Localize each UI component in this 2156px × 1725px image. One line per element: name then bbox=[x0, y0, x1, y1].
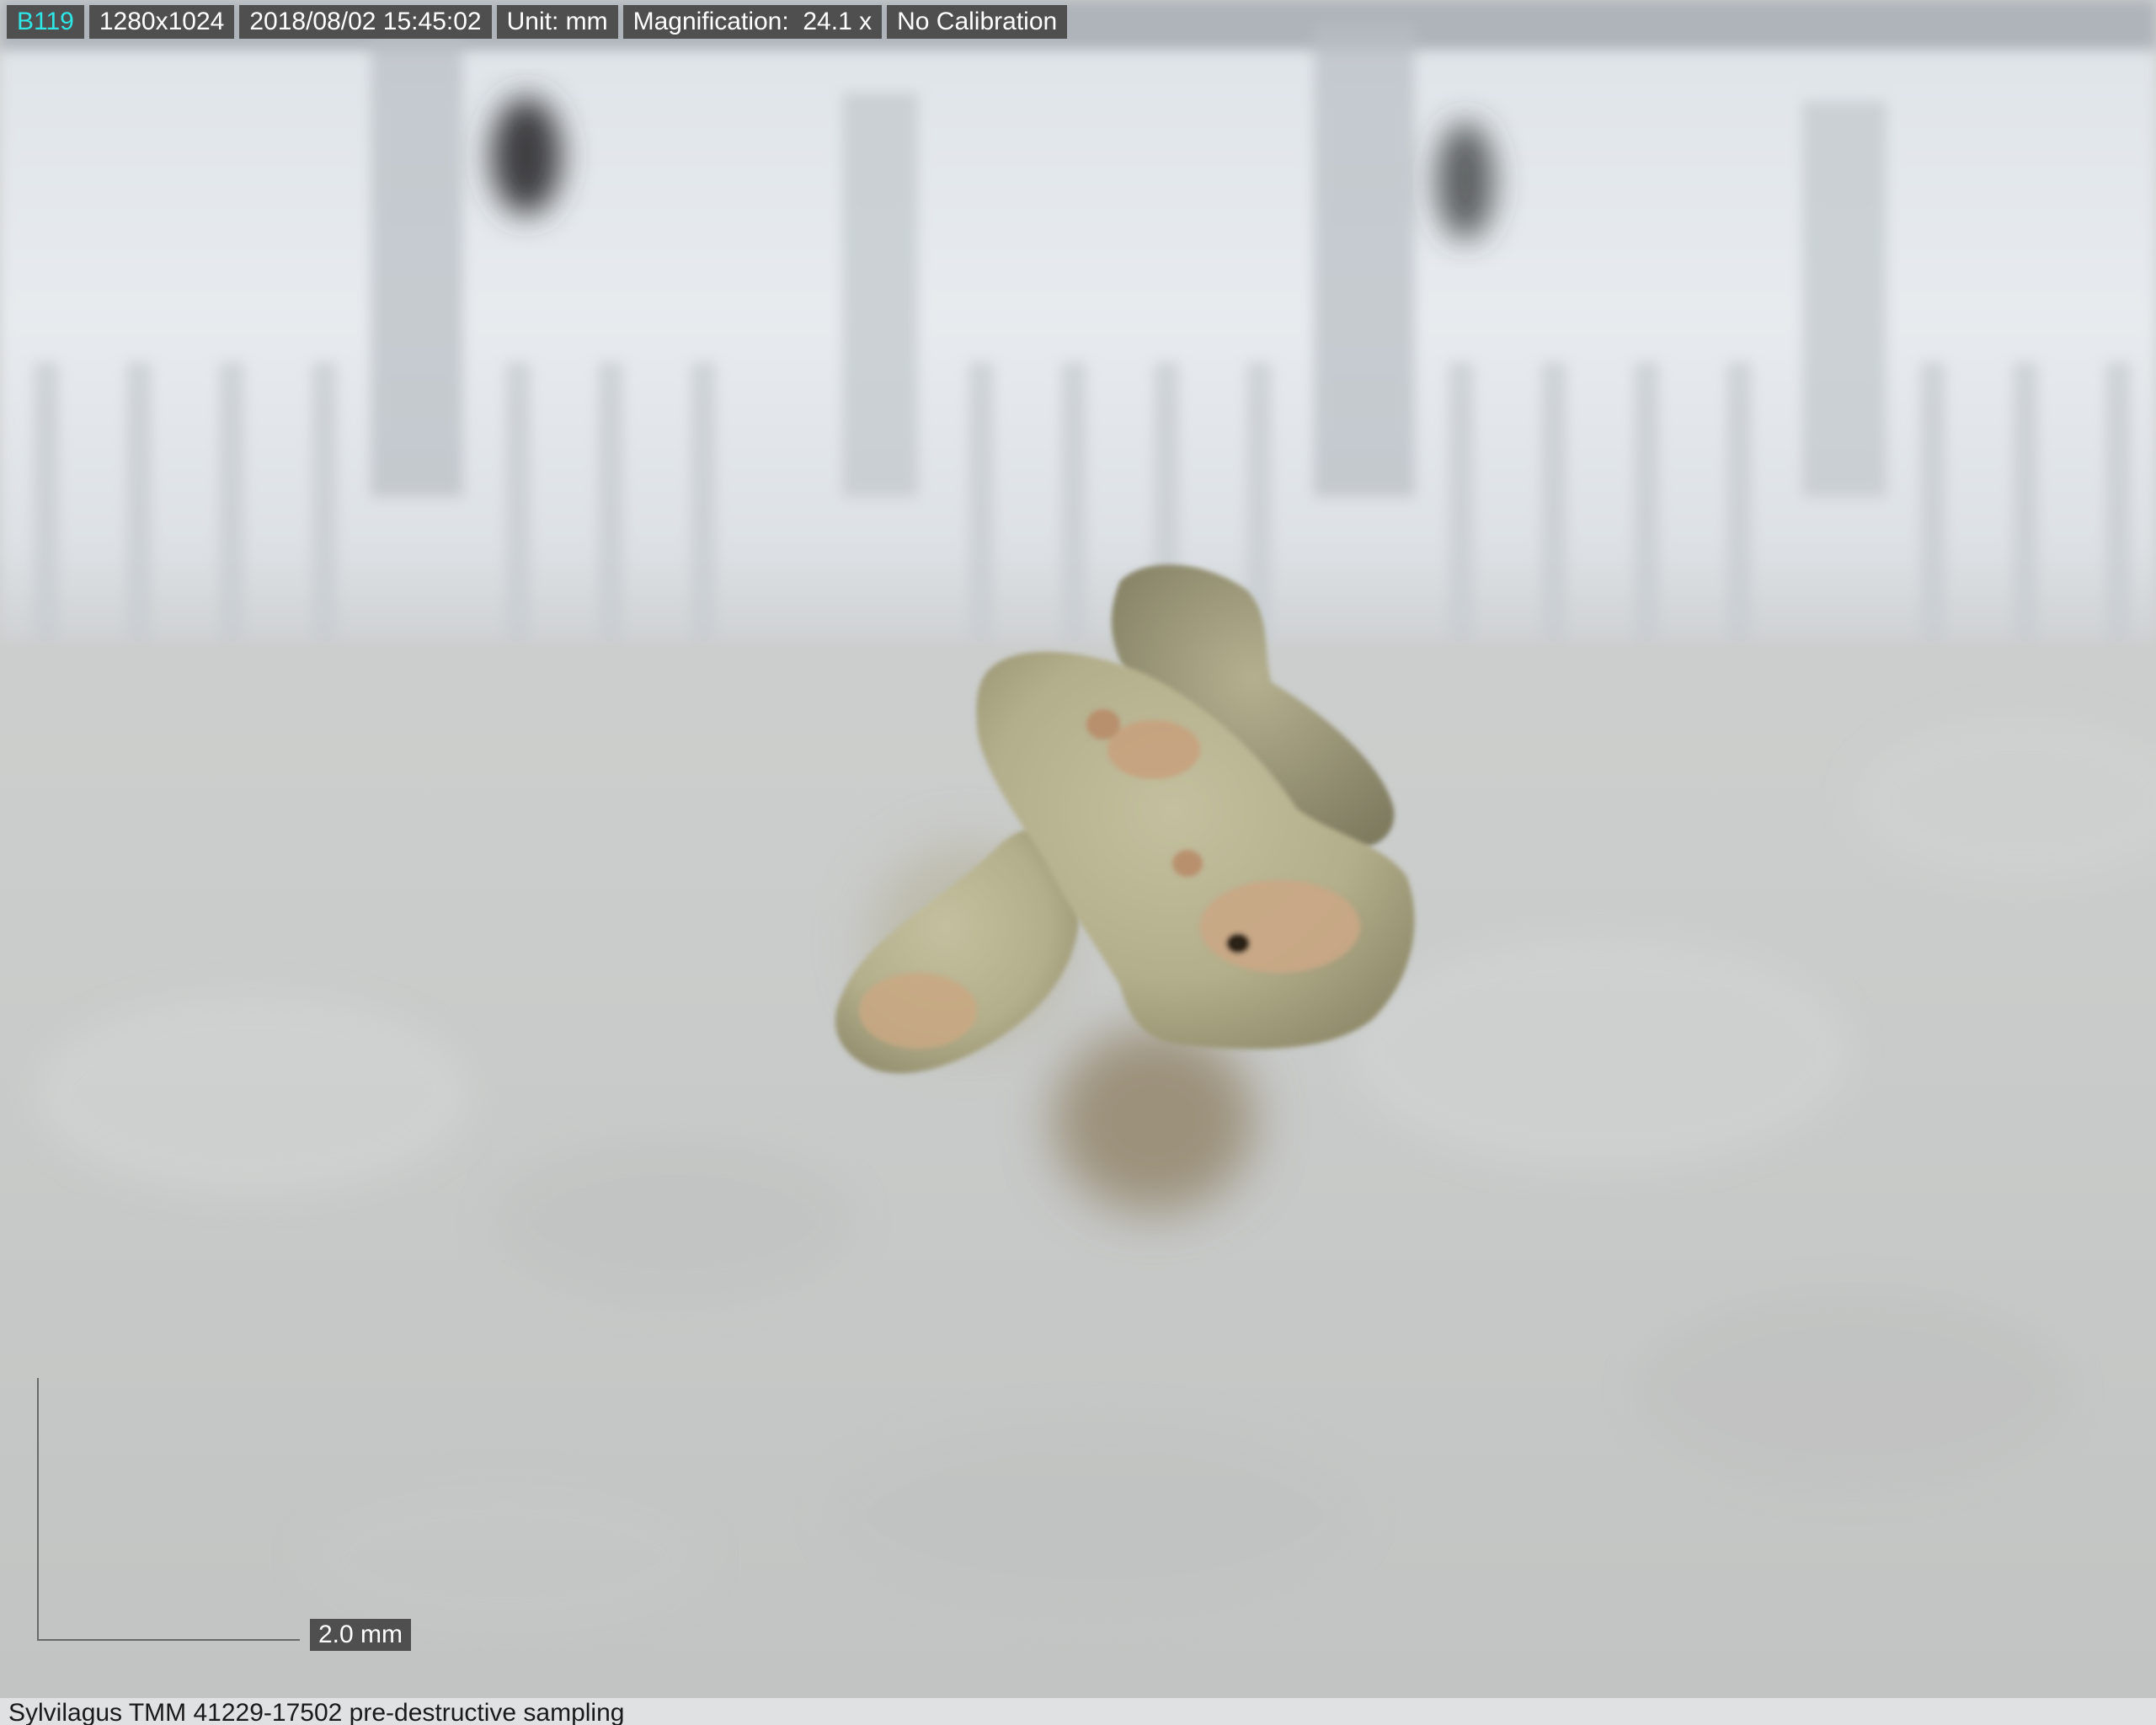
datetime-label: 2018/08/02 15:45:02 bbox=[239, 5, 492, 39]
specimen-photo bbox=[0, 0, 2156, 1698]
caption-text: Sylvilagus TMM 41229-17502 pre-destructi… bbox=[8, 1699, 625, 1725]
caption-bar: Sylvilagus TMM 41229-17502 pre-destructi… bbox=[0, 1698, 2156, 1725]
scale-bar-horizontal-line bbox=[37, 1639, 300, 1641]
calibration-label: No Calibration bbox=[887, 5, 1068, 39]
resolution-label: 1280x1024 bbox=[88, 5, 235, 39]
info-bar: B119 1280x1024 2018/08/02 15:45:02 Unit:… bbox=[7, 5, 1068, 39]
unit-label: Unit: mm bbox=[496, 5, 618, 39]
image-viewer: B119 1280x1024 2018/08/02 15:45:02 Unit:… bbox=[0, 0, 2156, 1698]
magnification-label: Magnification: 24.1 x bbox=[622, 5, 883, 39]
image-id-label: B119 bbox=[7, 5, 84, 39]
scale-bar-label: 2.0 mm bbox=[310, 1619, 412, 1651]
scale-bar-vertical-line bbox=[37, 1378, 39, 1641]
